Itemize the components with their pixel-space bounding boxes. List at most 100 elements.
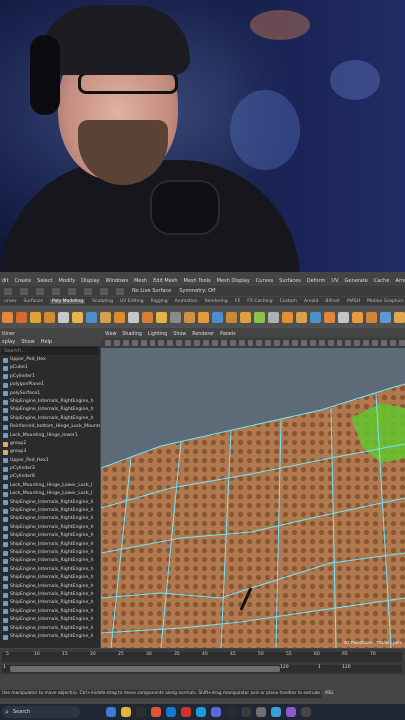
menu-item[interactable]: Surfaces	[279, 278, 301, 284]
menu-item[interactable]: Mesh	[134, 278, 147, 284]
snap-curve-button[interactable]	[116, 287, 124, 295]
shelf-tool-icon[interactable]	[338, 311, 349, 323]
outliner-item[interactable]: ShipEngine_Internals_RightEngine_h	[0, 591, 100, 599]
shelf-tab[interactable]: Surfaces	[23, 299, 43, 304]
outliner-item[interactable]: ShipEngine_Internals_RightEngine_h	[0, 583, 100, 591]
viewport-panel[interactable]: View Shading Lighting Show Renderer Pane…	[101, 330, 405, 648]
viewport-tool-icon[interactable]	[327, 340, 334, 346]
redo-button[interactable]	[68, 287, 76, 295]
outliner-item[interactable]: polygonPlane1	[0, 381, 100, 389]
viewport-tool-icon[interactable]	[354, 340, 361, 346]
outliner-menu-help[interactable]: Help	[41, 338, 52, 346]
shelf-tool-icon[interactable]	[58, 311, 69, 323]
viewport-tool-icon[interactable]	[158, 340, 165, 346]
shelf-tab[interactable]: FX Caching	[247, 299, 272, 304]
shelf-tool-icon[interactable]	[100, 311, 111, 323]
outliner-item[interactable]: group3	[0, 448, 100, 456]
outliner-menu-display[interactable]: splay	[2, 338, 15, 346]
viewport-tool-icon[interactable]	[113, 340, 120, 346]
viewport-scene[interactable]: 3D PaintZoom : Tnalite : pers	[101, 348, 405, 648]
outliner-item[interactable]: ShipEngine_Internals_RightEngine_h	[0, 415, 100, 423]
range-end[interactable]: 120	[280, 665, 289, 670]
taskbar-app-icon[interactable]	[106, 707, 116, 717]
menu-item[interactable]: dit	[2, 278, 9, 284]
new-scene-button[interactable]	[4, 287, 12, 295]
undo-button[interactable]	[52, 287, 60, 295]
taskbar-app-icon[interactable]	[121, 707, 131, 717]
save-scene-button[interactable]	[36, 287, 44, 295]
range-start-right[interactable]: 1	[318, 665, 321, 670]
viewport-tool-icon[interactable]	[140, 340, 147, 346]
outliner-item[interactable]: Lock_Mounting_Hinge_lower1	[0, 432, 100, 440]
range-slider[interactable]: 1 120 1 120	[2, 665, 402, 673]
taskbar-app-icon[interactable]	[151, 707, 161, 717]
viewport-tool-icon[interactable]	[265, 340, 272, 346]
taskbar-app-icon[interactable]	[196, 707, 206, 717]
viewport-menu-view[interactable]: View	[105, 332, 116, 337]
viewport-tool-icon[interactable]	[309, 340, 316, 346]
outliner-item[interactable]: ShipEngine_Internals_RightEngine_h	[0, 608, 100, 616]
taskbar-app-icon[interactable]	[226, 707, 236, 717]
menu-item[interactable]: Generate	[345, 278, 368, 284]
outliner-item[interactable]: ShipEngine_Internals_RightEngine_h	[0, 515, 100, 523]
viewport-tool-icon[interactable]	[390, 340, 396, 346]
outliner-item[interactable]: Upper_Pod_Hex1	[0, 457, 100, 465]
outliner-item[interactable]: ShipEngine_Internals_RightEngine_h	[0, 499, 100, 507]
viewport-tool-icon[interactable]	[247, 340, 254, 346]
shelf-tool-icon[interactable]	[366, 311, 377, 323]
outliner-item[interactable]: pCylinder1	[0, 373, 100, 381]
menu-item[interactable]: Cache	[374, 278, 390, 284]
viewport-tool-icon[interactable]	[176, 340, 183, 346]
outliner-item[interactable]: ShipEngine_Internals_RightEngine_h	[0, 633, 100, 641]
viewport-tool-icon[interactable]	[220, 340, 227, 346]
viewport-tool-icon[interactable]	[300, 340, 307, 346]
taskbar-app-icon[interactable]	[286, 707, 296, 717]
viewport-tool-icon[interactable]	[238, 340, 245, 346]
outliner-item[interactable]: group2	[0, 440, 100, 448]
outliner-item[interactable]: ShipEngine_Internals_RightEngine_h	[0, 616, 100, 624]
viewport-tool-icon[interactable]	[345, 340, 352, 346]
shelf-tool-icon[interactable]	[324, 311, 335, 323]
time-ruler[interactable]: 5 10 15 20 25 30 35 40 45 50 55 60 65 70	[2, 652, 402, 662]
symmetry-field[interactable]: Symmetry: Off	[179, 288, 215, 294]
outliner-item[interactable]: ShipEngine_Internals_RightEngine_h	[0, 524, 100, 532]
outliner-item[interactable]: Reinforced_bottom_Hinge_Lock_Mounts	[0, 423, 100, 431]
viewport-menu-show[interactable]: Show	[173, 332, 186, 337]
shelf-tool-icon[interactable]	[352, 311, 363, 323]
shelf-tool-icon[interactable]	[268, 311, 279, 323]
viewport-tool-icon[interactable]	[363, 340, 370, 346]
outliner-item[interactable]: ShipEngine_Internals_RightEngine_h	[0, 625, 100, 633]
menu-item[interactable]: Deform	[307, 278, 326, 284]
outliner-item[interactable]: pCube1	[0, 364, 100, 372]
range-slider-bar[interactable]	[10, 666, 280, 672]
shelf-tool-icon[interactable]	[72, 311, 83, 323]
shelf-tool-icon[interactable]	[128, 311, 139, 323]
viewport-tool-icon[interactable]	[149, 340, 156, 346]
outliner-item[interactable]: ShipEngine_Internals_RightEngine_h	[0, 406, 100, 414]
taskbar-search[interactable]: Search	[2, 706, 80, 718]
taskbar-app-icon[interactable]	[271, 707, 281, 717]
outliner-item[interactable]: ShipEngine_Internals_RightEngine_h	[0, 574, 100, 582]
shelf-tab[interactable]: Rendering	[205, 299, 228, 304]
shelf-tool-icon[interactable]	[296, 311, 307, 323]
viewport-tool-icon[interactable]	[194, 340, 200, 346]
mel-command-line[interactable]: MEL	[321, 690, 405, 698]
open-scene-button[interactable]	[20, 287, 28, 295]
viewport-tool-icon[interactable]	[131, 340, 138, 346]
shelf-tool-icon[interactable]	[198, 311, 209, 323]
menu-item[interactable]: Select	[37, 278, 52, 284]
shelf-tab[interactable]: FX	[235, 299, 241, 304]
viewport-tool-icon[interactable]	[336, 340, 343, 346]
shelf-tab[interactable]: Rigging	[151, 299, 168, 304]
shelf-tool-icon[interactable]	[16, 311, 27, 323]
outliner-item[interactable]: ShipEngine_Internals_RightEngine_h	[0, 532, 100, 540]
outliner-item[interactable]: ShipEngine_Internals_RightEngine_h	[0, 507, 100, 515]
viewport-tool-icon[interactable]	[202, 340, 209, 346]
viewport-tool-icon[interactable]	[185, 340, 192, 346]
shelf-tool-icon[interactable]	[380, 311, 391, 323]
shelf-tool-icon[interactable]	[114, 311, 125, 323]
shelf-tab[interactable]: Animation	[175, 299, 198, 304]
shelf-tool-icon[interactable]	[184, 311, 195, 323]
shelf-tool-icon[interactable]	[170, 311, 181, 323]
shelf-tab[interactable]: Sculpting	[92, 299, 113, 304]
